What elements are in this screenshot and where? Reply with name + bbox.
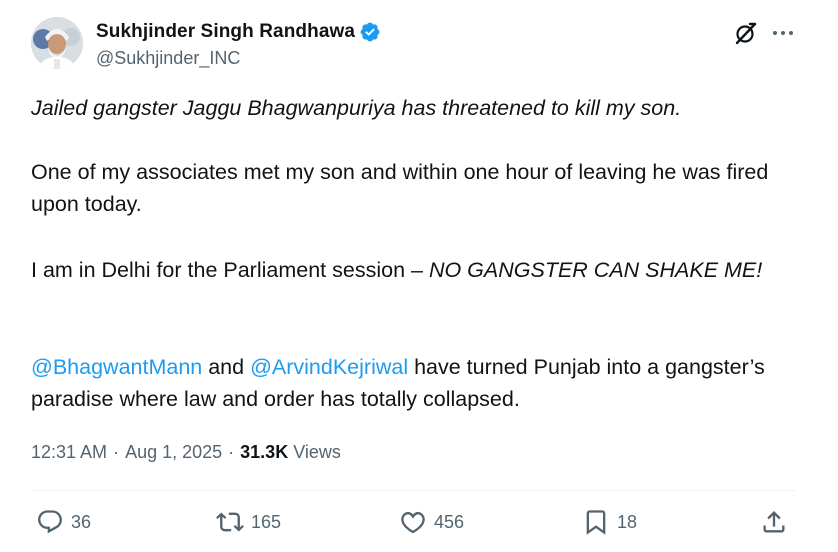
tweet-text-para3: I am in Delhi for the Parliament session… xyxy=(31,254,806,286)
author-display-name[interactable]: Sukhjinder Singh Randhawa xyxy=(96,21,355,43)
heart-icon xyxy=(401,511,425,534)
share-icon xyxy=(763,511,785,533)
tweet-text-line1: Jailed gangster Jaggu Bhagwanpuriya has … xyxy=(31,96,682,120)
avatar[interactable] xyxy=(31,17,83,69)
action-bar: 36 165 456 18 xyxy=(31,505,795,539)
tweet-card: Sukhjinder Singh Randhawa @Sukhjinder_IN… xyxy=(0,0,838,552)
verified-badge-icon[interactable] xyxy=(359,21,381,43)
more-options-icon[interactable] xyxy=(771,22,795,44)
like-button[interactable]: 456 xyxy=(399,505,464,539)
tweet-text-para2: One of my associates met my son and with… xyxy=(31,160,769,216)
repost-icon xyxy=(216,512,244,532)
meta-separator-2: · xyxy=(228,441,235,462)
tweet-date[interactable]: Aug 1, 2025 xyxy=(125,442,222,463)
mention-arvindkejriwal[interactable]: @ArvindKejriwal xyxy=(250,355,408,379)
mention-bhagwantmann[interactable]: @BhagwantMann xyxy=(31,355,202,379)
and-text: and xyxy=(202,355,251,379)
share-button[interactable] xyxy=(760,505,788,539)
author-name-row: Sukhjinder Singh Randhawa xyxy=(96,21,381,43)
repost-count: 165 xyxy=(251,511,282,532)
bookmark-count: 18 xyxy=(617,511,638,532)
reply-icon xyxy=(38,510,62,534)
views-count[interactable]: 31.3K xyxy=(240,442,288,463)
tweet-time[interactable]: 12:31 AM xyxy=(31,442,107,463)
like-count: 456 xyxy=(434,511,465,532)
views-label[interactable]: Views xyxy=(293,442,341,463)
para3-normal-text: I am in Delhi for the Parliament session… xyxy=(31,258,429,282)
repost-button[interactable]: 165 xyxy=(216,505,281,539)
bookmark-icon xyxy=(586,510,606,535)
para3-italic-text: NO GANGSTER CAN SHAKE ME! xyxy=(428,258,763,282)
bookmark-button[interactable]: 18 xyxy=(582,505,637,539)
tweet-meta: 12:31 AM · Aug 1, 2025 · 31.3K Views xyxy=(31,440,341,464)
meta-separator-1: · xyxy=(113,441,120,462)
tweet-text-para4: @BhagwantMann and @ArvindKejriwal have t… xyxy=(31,351,806,415)
grok-icon[interactable] xyxy=(733,20,759,46)
reply-button[interactable]: 36 xyxy=(36,505,91,539)
avatar-image xyxy=(31,17,83,69)
author-handle[interactable]: @Sukhjinder_INC xyxy=(96,48,240,69)
reply-count: 36 xyxy=(71,511,92,532)
divider xyxy=(31,490,795,491)
